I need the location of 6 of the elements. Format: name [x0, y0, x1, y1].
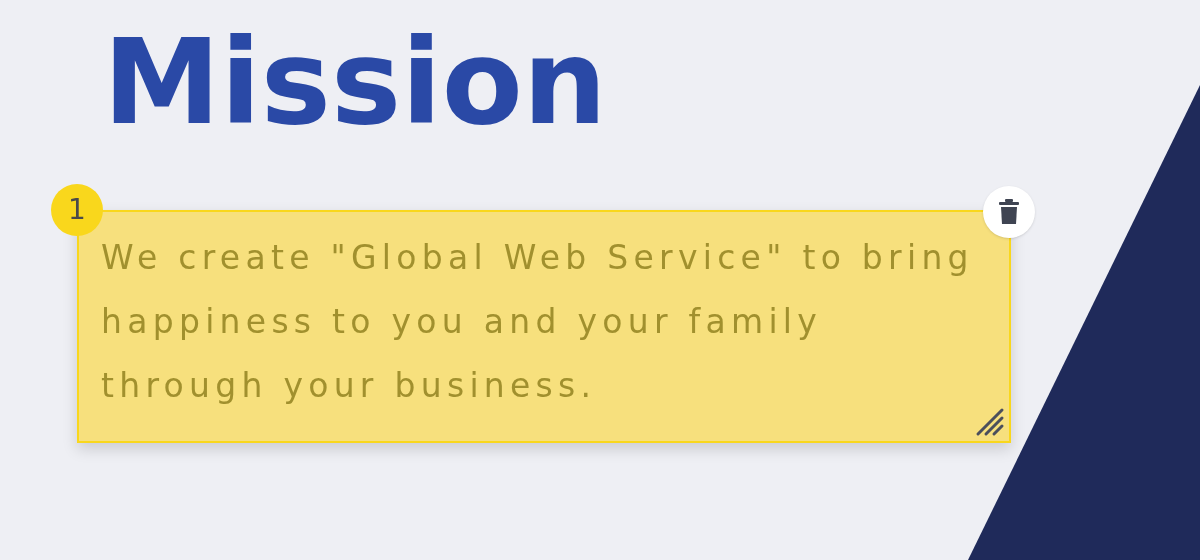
resize-handle-icon[interactable]	[975, 406, 1005, 437]
text-box-text: We create "Global Web Service" to bring happiness to you and your family through your business.	[101, 236, 975, 407]
trash-icon	[999, 198, 1019, 225]
slide-title: Mission	[103, 18, 607, 148]
delete-button[interactable]	[983, 185, 1035, 238]
annotation-badge: 1	[51, 183, 103, 236]
